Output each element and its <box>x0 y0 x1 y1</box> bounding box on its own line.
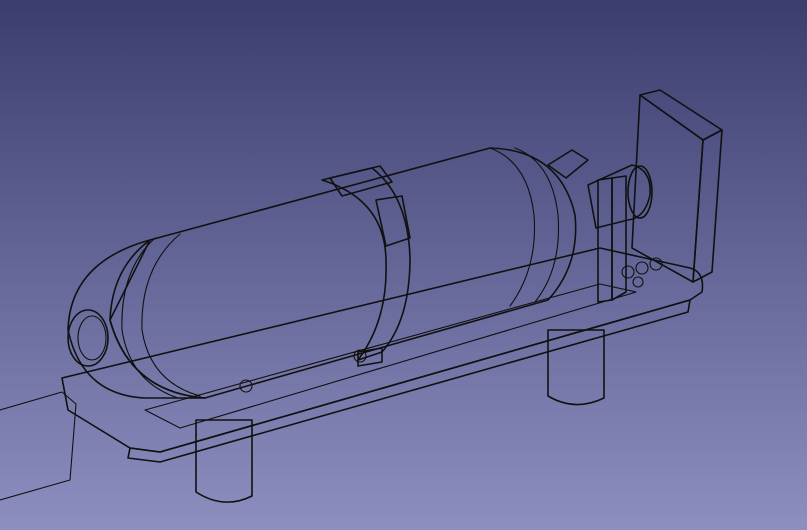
3d-scene[interactable] <box>0 0 807 530</box>
viewport-background <box>0 0 807 530</box>
3d-viewport[interactable] <box>0 0 807 530</box>
